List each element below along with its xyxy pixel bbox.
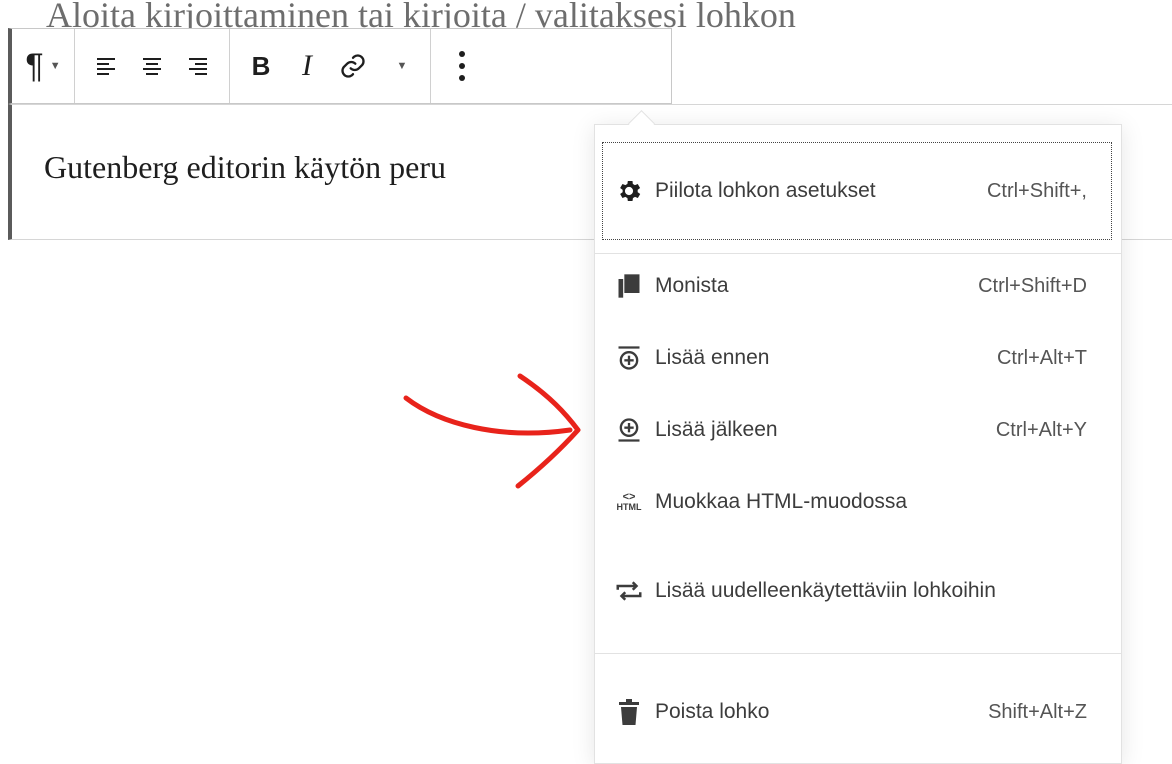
menu-item-delete[interactable]: Poista lohko Shift+Alt+Z <box>603 687 1111 737</box>
menu-divider <box>595 653 1121 654</box>
red-arrow-annotation <box>403 373 581 489</box>
menu-item-shortcut: Ctrl+Alt+Y <box>995 418 1087 441</box>
formatting-group: B I ▼ <box>230 29 431 103</box>
html-icon-text: HTML <box>616 502 642 512</box>
align-left-button[interactable] <box>83 36 129 96</box>
menu-divider <box>595 253 1121 254</box>
menu-item-hide-settings[interactable]: Piilota lohkon asetukset Ctrl+Shift+, <box>602 142 1112 240</box>
align-left-icon <box>97 58 115 75</box>
menu-item-shortcut: Ctrl+Shift+, <box>986 179 1087 202</box>
block-settings-menu: Piilota lohkon asetukset Ctrl+Shift+, Mo… <box>594 124 1122 764</box>
menu-item-label: Piilota lohkon asetukset <box>655 179 876 202</box>
menu-item-label: Monista <box>655 274 729 297</box>
alignment-group <box>75 29 230 103</box>
more-formatting-button[interactable]: ▼ <box>376 36 422 96</box>
menu-item-label: Lisää uudelleenkäytettäviin lohkoihin <box>655 579 996 602</box>
duplicate-icon <box>603 272 655 300</box>
menu-item-label: Muokkaa HTML-muodossa <box>655 490 908 513</box>
menu-item-shortcut: Shift+Alt+Z <box>988 700 1087 723</box>
align-right-button[interactable] <box>175 36 221 96</box>
link-button[interactable] <box>330 36 376 96</box>
pilcrow-icon: ¶ <box>25 46 44 85</box>
more-options-group <box>431 29 493 103</box>
insert-before-icon <box>603 344 655 372</box>
chevron-down-icon: ▼ <box>49 60 61 72</box>
align-right-icon <box>189 58 207 75</box>
align-center-button[interactable] <box>129 36 175 96</box>
gear-icon <box>603 177 655 205</box>
menu-item-insert-after[interactable]: Lisää jälkeen Ctrl+Alt+Y <box>603 405 1111 455</box>
menu-item-label: Lisää ennen <box>655 346 770 369</box>
block-toolbar: ¶ ▼ B I ▼ <box>8 28 672 104</box>
chevron-down-icon: ▼ <box>396 60 408 72</box>
menu-item-duplicate[interactable]: Monista Ctrl+Shift+D <box>603 261 1111 311</box>
menu-item-label: Poista lohko <box>655 700 770 723</box>
vertical-ellipsis-icon <box>459 51 465 81</box>
html-icon: <> HTML <box>616 491 642 513</box>
reusable-icon <box>603 576 655 606</box>
menu-item-add-reusable[interactable]: Lisää uudelleenkäytettäviin lohkoihin <box>603 549 1111 633</box>
trash-icon <box>603 698 655 726</box>
block-type-group: ¶ ▼ <box>12 29 75 103</box>
menu-item-shortcut: Ctrl+Shift+D <box>978 274 1087 297</box>
menu-item-edit-html[interactable]: <> HTML Muokkaa HTML-muodossa <box>603 477 1111 527</box>
more-options-button[interactable] <box>439 36 485 96</box>
block-type-button[interactable]: ¶ ▼ <box>20 36 66 96</box>
align-center-icon <box>143 58 161 75</box>
menu-item-label: Lisää jälkeen <box>655 418 778 441</box>
menu-item-insert-before[interactable]: Lisää ennen Ctrl+Alt+T <box>603 333 1111 383</box>
block-text[interactable]: Gutenberg editorin käytön peru <box>44 149 446 186</box>
italic-button[interactable]: I <box>284 36 330 96</box>
menu-item-shortcut: Ctrl+Alt+T <box>996 346 1087 369</box>
insert-after-icon <box>603 416 655 444</box>
bold-button[interactable]: B <box>238 36 284 96</box>
link-icon <box>341 54 365 78</box>
